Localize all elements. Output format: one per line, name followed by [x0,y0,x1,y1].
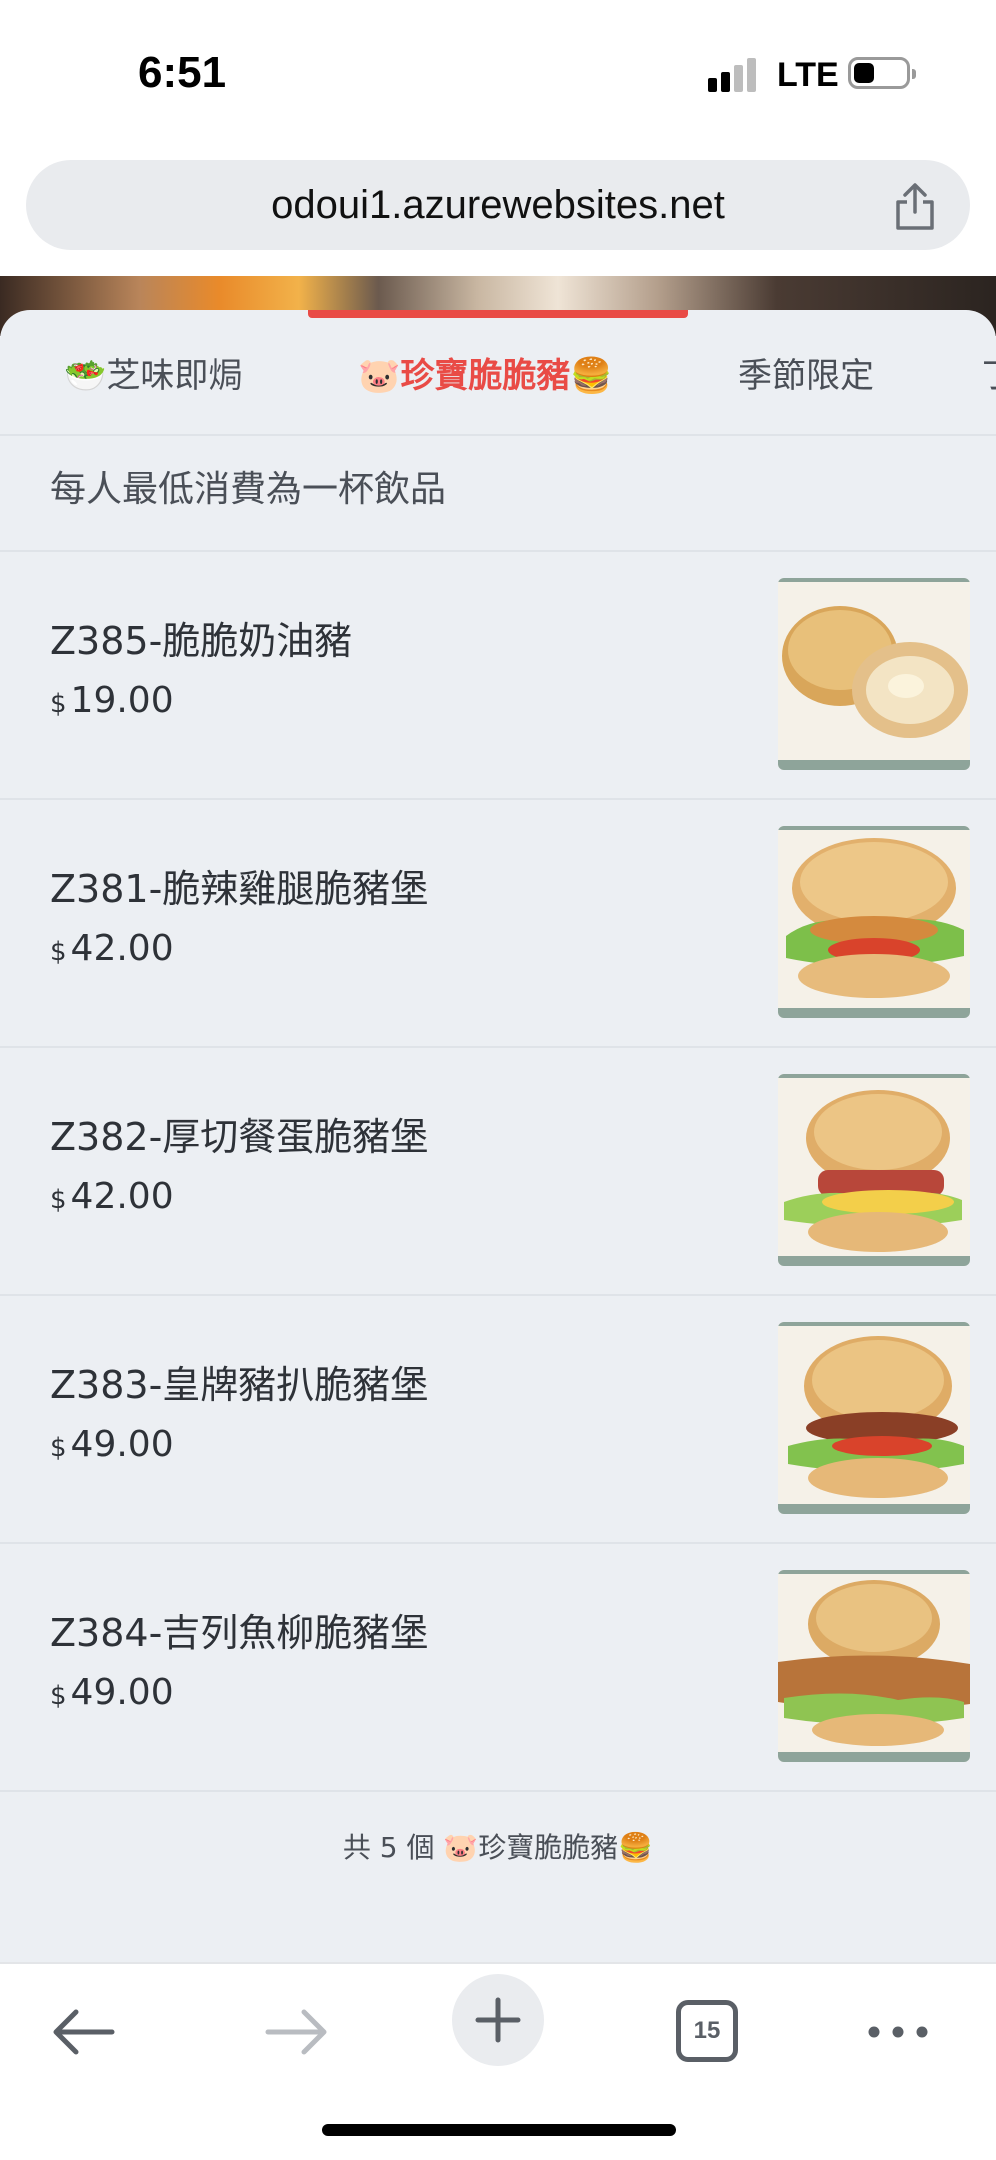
pig-icon: 🐷 [358,356,401,396]
item-name: Z385-脆脆奶油豬 [50,619,353,663]
arrow-right-icon [265,2009,327,2055]
address-bar[interactable]: odoui1.azurewebsites.net [26,160,970,250]
item-image[interactable] [778,578,970,770]
menu-item[interactable]: Z382-厚切餐蛋脆豬堡 $42.00 [0,1048,996,1294]
tab-seasonal[interactable]: 季節限定 [738,346,874,406]
divider [0,434,996,436]
menu-item[interactable]: Z383-皇牌豬扒脆豬堡 $49.00 [0,1296,996,1542]
item-image[interactable] [778,826,970,1018]
share-icon[interactable] [892,182,938,232]
menu-item[interactable]: Z384-吉列魚柳脆豬堡 $49.00 [0,1544,996,1790]
battery-icon [848,57,916,89]
status-bar: 6:51 LTE [0,0,996,150]
arrow-left-icon [53,2009,115,2055]
item-price: $42.00 [50,1176,174,1217]
active-tab-indicator [308,310,688,318]
home-indicator[interactable] [322,2124,676,2136]
item-count-summary: 共 5 個 🐷珍寶脆脆豬🍔 [342,1831,654,1864]
item-price: $19.00 [50,680,174,721]
menu-item[interactable]: Z381-脆辣雞腿脆豬堡 $42.00 [0,800,996,1046]
back-button[interactable] [38,1984,134,2080]
tab-label: 珍寶脆脆豬 [400,356,571,396]
url-text[interactable]: odoui1.azurewebsites.net [26,160,970,250]
burger-icon: 🍔 [618,1831,654,1864]
item-price: $42.00 [50,928,174,969]
more-menu-button[interactable] [850,1984,946,2080]
item-name: Z382-厚切餐蛋脆豬堡 [50,1115,429,1159]
tab-count: 15 [676,2000,738,2062]
status-time: 6:51 [138,48,227,97]
menu-item[interactable]: Z385-脆脆奶油豬 $19.00 [0,552,996,798]
tab-label: 季節限定 [738,356,874,396]
divider [0,1790,996,1792]
salad-icon: 🥗 [64,356,107,396]
tab-switcher-button[interactable]: 15 [660,1984,756,2080]
tab-cheese-baked[interactable]: 🥗 芝味即焗 [64,346,242,406]
pig-icon: 🐷 [443,1831,479,1864]
plus-icon [475,1997,521,2043]
item-image[interactable] [778,1322,970,1514]
burger-icon: 🍔 [570,356,613,396]
tab-next-partial[interactable]: 丁 [982,346,996,406]
menu-sheet: 🥗 芝味即焗 🐷 珍寶脆脆豬 🍔 季節限定 丁 每人最低消費為一杯飲品 Z385… [0,310,996,1962]
network-type: LTE [777,56,839,94]
cellular-signal-icon [708,58,760,92]
more-dots-icon [868,2026,928,2038]
item-image[interactable] [778,1570,970,1762]
tab-crispy-pork-bun[interactable]: 🐷 珍寶脆脆豬 🍔 [358,346,613,406]
item-price: $49.00 [50,1672,174,1713]
forward-button[interactable] [246,1984,342,2080]
item-name: Z381-脆辣雞腿脆豬堡 [50,867,429,911]
minimum-spend-notice: 每人最低消費為一杯飲品 [50,469,447,510]
item-name: Z383-皇牌豬扒脆豬堡 [50,1363,429,1407]
item-name: Z384-吉列魚柳脆豬堡 [50,1611,429,1655]
tab-label: 芝味即焗 [106,356,243,396]
item-image[interactable] [778,1074,970,1266]
new-tab-button[interactable] [452,1974,544,2066]
item-price: $49.00 [50,1424,174,1465]
